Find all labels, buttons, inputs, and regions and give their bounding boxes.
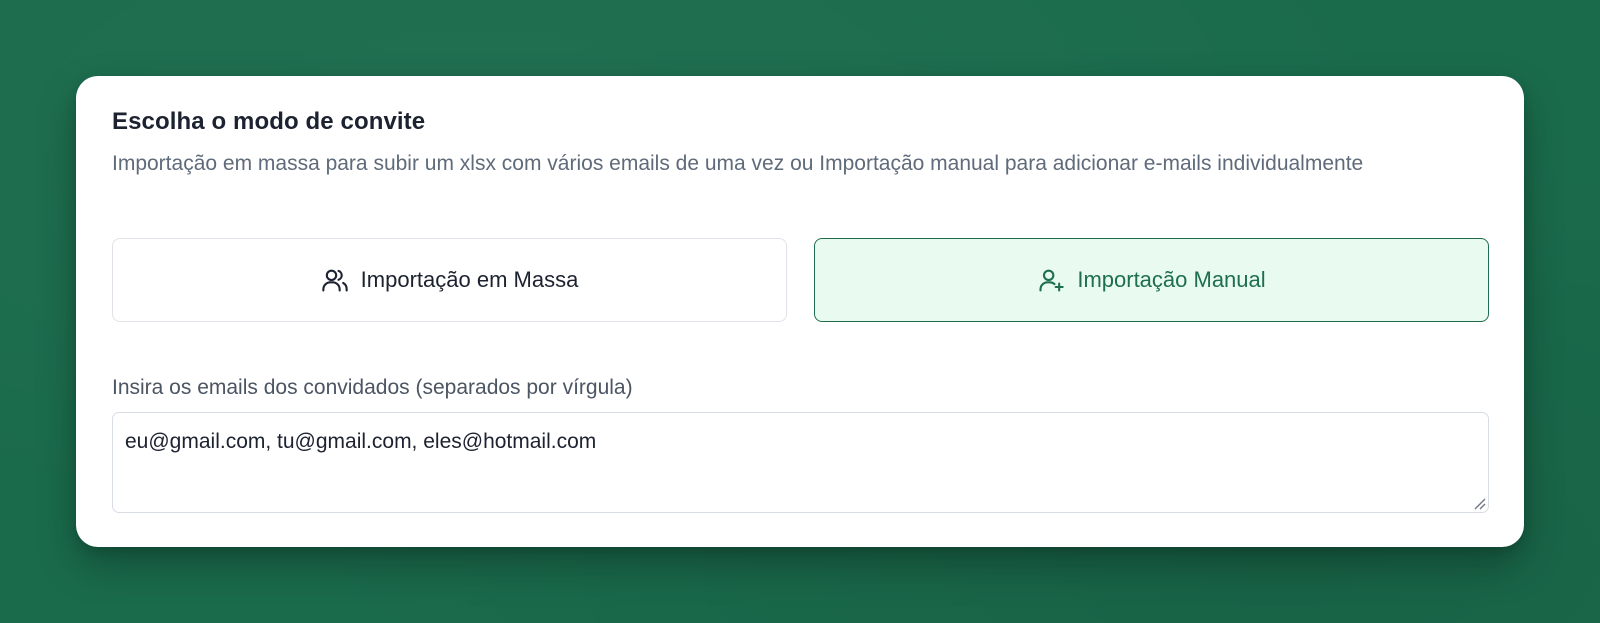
manual-import-button[interactable]: Importação Manual — [814, 238, 1489, 322]
card-subtitle: Importação em massa para subir um xlsx c… — [112, 152, 1364, 175]
emails-textarea-container: eu@gmail.com, tu@gmail.com, eles@hotmail… — [112, 412, 1489, 513]
bulk-import-label: Importação em Massa — [360, 267, 579, 292]
card-title: Escolha o modo de convite — [112, 108, 426, 135]
invite-mode-card: Escolha o modo de convite Importação em … — [76, 76, 1524, 547]
users-icon — [321, 266, 349, 294]
emails-textarea[interactable]: eu@gmail.com, tu@gmail.com, eles@hotmail… — [113, 413, 1488, 512]
bulk-import-button[interactable]: Importação em Massa — [112, 238, 787, 322]
emails-field-label: Insira os emails dos convidados (separad… — [112, 376, 633, 399]
manual-import-label: Importação Manual — [1077, 267, 1266, 292]
resize-grip-icon[interactable] — [1470, 494, 1486, 510]
user-plus-icon — [1037, 266, 1065, 294]
